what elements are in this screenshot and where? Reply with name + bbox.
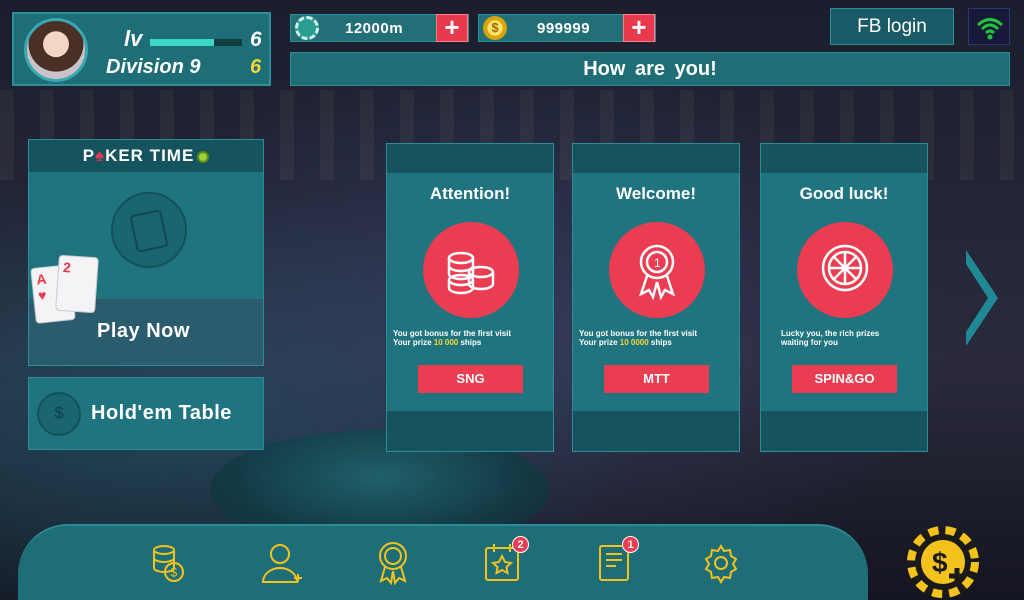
division-label: Division 9 bbox=[106, 56, 201, 78]
money-bag-icon[interactable]: $ bbox=[146, 540, 192, 586]
bonus-desc-suffix: ships bbox=[648, 338, 672, 347]
bonus-card-sng: Attention! You got bonus for the first v… bbox=[386, 143, 554, 452]
player-name: lv bbox=[124, 26, 143, 51]
player-level: 6 bbox=[250, 28, 262, 51]
fb-login-button[interactable]: FB login bbox=[830, 8, 954, 45]
bonus-card-mtt: Welcome! 1 You got bonus for the first v… bbox=[572, 143, 740, 452]
xp-progress-fill bbox=[150, 39, 215, 46]
coins-balance: $ 999999 + bbox=[478, 14, 656, 42]
holdem-table-button[interactable]: $ Hold'em Table bbox=[28, 377, 264, 450]
bonus-desc-line1: You got bonus for the first visit bbox=[579, 329, 698, 338]
cards-emblem-icon bbox=[111, 192, 187, 268]
medal-ribbon-icon: 1 bbox=[609, 222, 705, 318]
status-dot-icon bbox=[197, 150, 210, 163]
chips-balance: 12000m + bbox=[290, 14, 469, 42]
bonus-desc-suffix: ships bbox=[458, 338, 482, 347]
division-value: 6 bbox=[250, 56, 262, 78]
xp-progress-bar bbox=[150, 39, 242, 46]
chips-value: 12000m bbox=[345, 20, 404, 37]
bonus-description: Lucky you, the rich prizes waiting for y… bbox=[781, 329, 941, 347]
bonus-card-spin-go: Good luck! Lucky you, the rich prizes wa… bbox=[760, 143, 928, 452]
mail-badge: 1 bbox=[622, 536, 639, 553]
add-chips-button[interactable]: + bbox=[436, 14, 468, 42]
holdem-table-label: Hold'em Table bbox=[91, 402, 232, 424]
bonus-prize-amount: 10 0000 bbox=[619, 338, 649, 347]
shopping-bag-icon: $ bbox=[37, 392, 81, 436]
marquee-message: How are you! bbox=[290, 52, 1010, 86]
profile-panel[interactable]: lv 6 Division 9 6 bbox=[12, 12, 271, 86]
poker-time-title-end: KER TIME bbox=[105, 146, 195, 165]
bonus-desc-line1: Lucky you, the rich prizes bbox=[781, 329, 880, 338]
svg-text:1: 1 bbox=[654, 256, 661, 270]
poker-time-title: P♠KER TIME bbox=[29, 140, 263, 172]
poker-chip-icon bbox=[295, 16, 319, 40]
bonus-description: You got bonus for the first visit Your p… bbox=[579, 329, 739, 347]
missions-button[interactable]: 2 bbox=[480, 536, 529, 586]
bonus-desc-prefix: Your prize bbox=[393, 338, 434, 347]
bottom-nav: $ 2 1 bbox=[18, 524, 868, 600]
buy-chips-icon[interactable]: $ bbox=[905, 524, 981, 600]
mail-button[interactable]: 1 bbox=[594, 536, 640, 586]
playing-cards-icon: A ♥ 2 bbox=[29, 254, 99, 334]
add-friend-icon[interactable] bbox=[260, 540, 306, 586]
bonus-title: Welcome! bbox=[616, 184, 696, 203]
avatar[interactable] bbox=[24, 18, 88, 82]
missions-badge: 2 bbox=[512, 536, 529, 553]
chevron-right-icon[interactable] bbox=[962, 248, 1002, 348]
sng-button[interactable]: SNG bbox=[418, 365, 523, 393]
bonus-title: Attention! bbox=[429, 184, 511, 203]
poker-time-title-start: P bbox=[82, 146, 96, 165]
bonus-title: Good luck! bbox=[799, 184, 889, 203]
settings-icon[interactable] bbox=[698, 540, 744, 586]
coins-value: 999999 bbox=[537, 20, 591, 37]
bonus-desc-prefix: Your prize bbox=[579, 338, 620, 347]
mtt-button[interactable]: MTT bbox=[604, 365, 709, 393]
add-coins-button[interactable]: + bbox=[623, 14, 655, 42]
svg-text:$: $ bbox=[932, 547, 948, 578]
play-now-button[interactable]: Play Now bbox=[97, 320, 190, 343]
bonus-description: You got bonus for the first visit Your p… bbox=[393, 329, 553, 347]
card-rank-2: 2 bbox=[62, 259, 72, 276]
bonus-prize-amount: 10 000 bbox=[433, 338, 459, 347]
bonus-desc-prefix: waiting for you bbox=[781, 338, 838, 347]
wifi-icon bbox=[968, 8, 1010, 45]
bonus-desc-line1: You got bonus for the first visit bbox=[393, 329, 512, 338]
gold-coin-icon: $ bbox=[483, 16, 507, 40]
poker-time-card[interactable]: P♠KER TIME A ♥ 2 Play Now bbox=[28, 139, 264, 366]
spin-go-button[interactable]: SPIN&GO bbox=[792, 365, 897, 393]
svg-text:$: $ bbox=[171, 566, 178, 580]
spade-icon: ♠ bbox=[95, 146, 106, 165]
coins-stack-icon bbox=[423, 222, 519, 318]
medal-icon[interactable] bbox=[370, 540, 416, 586]
wheel-icon bbox=[797, 222, 893, 318]
card-rank-a: A bbox=[35, 270, 48, 288]
